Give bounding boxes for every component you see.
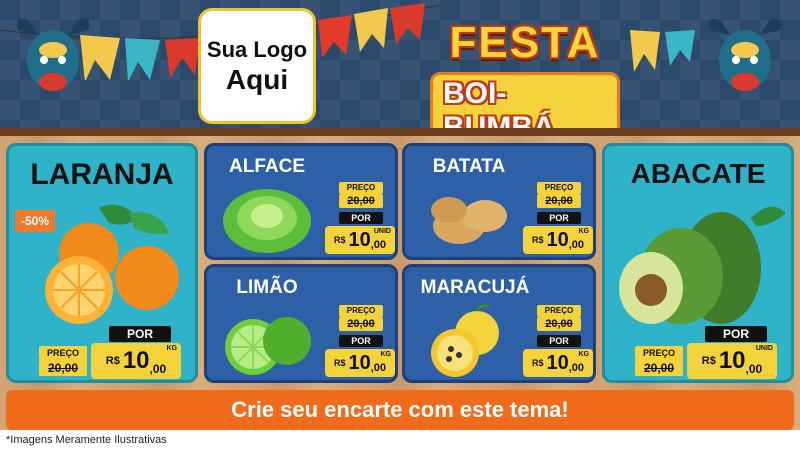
- old-price: 20,00: [537, 317, 581, 331]
- product-card-laranja[interactable]: LARANJA -50% POR PREÇO 20,00 R$ 10 ,00 K…: [6, 143, 198, 383]
- product-name: MARACUJÁ: [420, 277, 530, 298]
- price-unit: KG: [380, 351, 392, 358]
- product-name: LIMÃO: [236, 277, 298, 298]
- product-name: ABACATE: [630, 158, 766, 189]
- price-decimal: ,00: [745, 362, 763, 376]
- preco-label: PREÇO: [339, 305, 383, 317]
- new-price: R$ 10 ,00 KG: [325, 349, 395, 377]
- new-price: R$ 10 ,00 UNID: [325, 226, 395, 254]
- old-price: 20,00: [339, 194, 383, 208]
- festival-title: FESTA BOI-BUMBÁ: [430, 18, 620, 150]
- currency: R$: [333, 358, 346, 368]
- new-price: R$ 10 ,00 KG: [91, 343, 181, 379]
- product-card-alface[interactable]: ALFACE PREÇO 20,00 POR R$ 10 ,00 UNID: [204, 143, 398, 260]
- price-decimal: ,00: [568, 239, 585, 251]
- por-label: POR: [109, 326, 171, 342]
- lettuce-icon: [223, 189, 311, 253]
- festival-flag-icon: [0, 3, 695, 80]
- old-price-value: 20,00: [347, 195, 375, 207]
- price-unit: UNID: [373, 228, 391, 235]
- old-price-value: 20,00: [47, 361, 79, 375]
- price-unit: UNID: [755, 345, 773, 352]
- logo-placeholder: Sua Logo Aqui: [198, 8, 316, 124]
- avocado-icon: [619, 206, 786, 324]
- currency: R$: [333, 235, 346, 245]
- preco-label: PREÇO: [39, 346, 87, 360]
- potato-icon: [431, 197, 507, 244]
- preco-label: PREÇO: [537, 305, 581, 317]
- old-price-value: 20,00: [643, 361, 675, 375]
- new-price: R$ 10 ,00 KG: [523, 226, 593, 254]
- price-integer: 10: [718, 347, 746, 374]
- product-name: LARANJA: [30, 158, 174, 191]
- product-name: ALFACE: [229, 156, 305, 177]
- por-label: POR: [537, 212, 581, 224]
- old-price-value: 20,00: [545, 318, 573, 330]
- bull-head-icon: [16, 18, 90, 91]
- logo-line2: Aqui: [225, 64, 289, 95]
- new-price: R$ 10 ,00 KG: [523, 349, 593, 377]
- bull-head-icon: [708, 18, 782, 91]
- title-festa: FESTA: [449, 18, 601, 67]
- price-decimal: ,00: [568, 362, 585, 374]
- currency: R$: [701, 355, 716, 367]
- old-price-value: 20,00: [347, 318, 375, 330]
- currency: R$: [531, 358, 544, 368]
- price-decimal: ,00: [149, 362, 167, 376]
- old-price: 20,00: [635, 360, 683, 376]
- price-decimal: ,00: [370, 239, 387, 251]
- old-price-value: 20,00: [545, 195, 573, 207]
- cta-button[interactable]: Crie seu encarte com este tema!: [6, 390, 794, 430]
- passion-fruit-icon: [431, 304, 499, 377]
- price-integer: 10: [348, 352, 371, 374]
- price-integer: 10: [546, 229, 569, 251]
- product-card-limao[interactable]: LIMÃO PREÇO 20,00 POR R$ 10 ,00 KG: [204, 264, 398, 383]
- por-label: POR: [537, 335, 581, 347]
- product-card-batata[interactable]: BATATA PREÇO 20,00 POR R$ 10 ,00 KG: [402, 143, 596, 260]
- logo-line1: Sua Logo: [206, 37, 308, 62]
- product-card-maracuja[interactable]: MARACUJÁ PREÇO 20,00 POR R$ 10 ,00 KG: [402, 264, 596, 383]
- old-price: 20,00: [339, 317, 383, 331]
- preco-label: PREÇO: [635, 346, 683, 360]
- price-decimal: ,00: [370, 362, 387, 374]
- lime-icon: [225, 317, 311, 375]
- currency: R$: [531, 235, 544, 245]
- old-price: 20,00: [537, 194, 581, 208]
- old-price: 20,00: [39, 360, 87, 376]
- new-price: R$ 10 ,00 UNID: [687, 343, 777, 379]
- price-integer: 10: [348, 229, 371, 251]
- price-integer: 10: [122, 347, 150, 374]
- product-card-abacate[interactable]: ABACATE POR PREÇO 20,00 R$ 10 ,00 UNID: [602, 143, 794, 383]
- orange-icon: [45, 204, 179, 324]
- preco-label: PREÇO: [537, 182, 581, 194]
- price-unit: KG: [166, 345, 178, 352]
- header-divider: [0, 128, 800, 136]
- por-label: POR: [339, 335, 383, 347]
- price-unit: KG: [578, 228, 590, 235]
- product-name: BATATA: [432, 156, 506, 177]
- footnote: *Imagens Meramente Ilustrativas: [0, 430, 800, 450]
- por-label: POR: [339, 212, 383, 224]
- price-unit: KG: [578, 351, 590, 358]
- currency: R$: [105, 355, 120, 367]
- preco-label: PREÇO: [339, 182, 383, 194]
- por-label: POR: [705, 326, 767, 342]
- price-integer: 10: [546, 352, 569, 374]
